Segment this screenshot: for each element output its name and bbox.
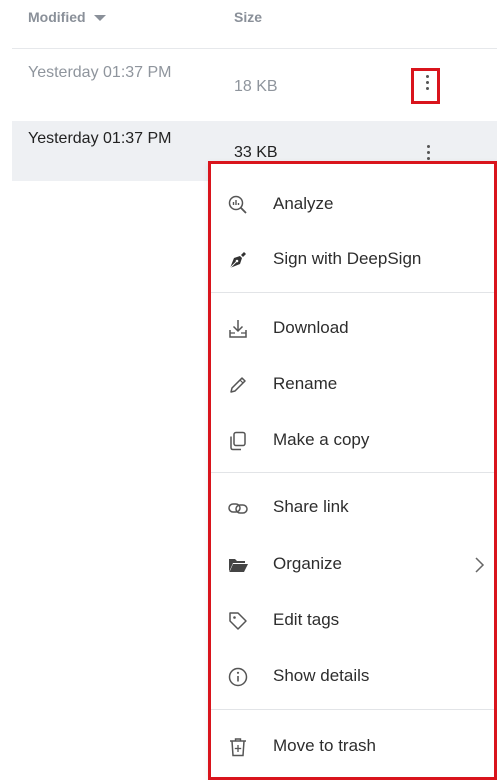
- header-divider: [12, 48, 497, 49]
- menu-item-label: Move to trash: [273, 736, 376, 755]
- copy-icon: [230, 431, 246, 451]
- chevron-right-icon: [475, 557, 485, 573]
- modified-column-header[interactable]: Modified: [28, 9, 107, 25]
- link-icon: [228, 503, 248, 514]
- size-column-header[interactable]: Size: [234, 9, 262, 25]
- size-cell: 18 KB: [234, 78, 278, 95]
- tag-icon: [229, 612, 247, 630]
- menu-item-label: Rename: [273, 374, 338, 393]
- menu-item-label: Analyze: [273, 194, 334, 213]
- menu-divider: [211, 709, 494, 710]
- menu-item-label: Make a copy: [273, 430, 370, 449]
- menu-divider: [211, 292, 494, 293]
- trash-icon: [230, 738, 246, 757]
- menu-item-sign[interactable]: Sign with DeepSign: [211, 239, 494, 279]
- menu-item-share[interactable]: Share link: [211, 487, 494, 527]
- menu-item-organize[interactable]: Organize: [211, 544, 494, 584]
- menu-item-analyze[interactable]: Analyze: [211, 184, 494, 224]
- modified-cell: Yesterday 01:37 PM: [28, 130, 172, 147]
- modified-cell: Yesterday 01:37 PM: [28, 64, 172, 81]
- menu-item-download[interactable]: Download: [211, 308, 494, 348]
- modified-column-label: Modified: [28, 9, 86, 25]
- menu-item-details[interactable]: Show details: [211, 656, 494, 696]
- menu-divider: [211, 472, 494, 473]
- menu-item-label: Show details: [273, 666, 370, 685]
- context-menu: Analyze Sign with DeepSign Download Rena…: [208, 161, 497, 780]
- sort-down-icon: [94, 15, 107, 22]
- menu-item-tags[interactable]: Edit tags: [211, 600, 494, 640]
- pen-nib-icon: [229, 252, 246, 269]
- menu-item-label: Sign with DeepSign: [273, 249, 422, 268]
- menu-item-label: Share link: [273, 497, 349, 516]
- info-icon: [228, 667, 248, 687]
- more-options-highlight: [411, 68, 440, 104]
- menu-item-label: Organize: [273, 554, 342, 573]
- file-list-header: Modified Size: [0, 0, 497, 50]
- download-icon: [229, 320, 247, 338]
- menu-item-rename[interactable]: Rename: [211, 364, 494, 404]
- menu-item-label: Edit tags: [273, 610, 340, 629]
- pencil-icon: [230, 377, 246, 393]
- menu-item-label: Download: [273, 318, 349, 337]
- menu-item-trash[interactable]: Move to trash: [211, 726, 494, 766]
- analyze-icon: [228, 195, 247, 214]
- size-cell: 33 KB: [234, 144, 278, 161]
- folder-icon: [229, 559, 248, 572]
- menu-item-copy[interactable]: Make a copy: [211, 420, 494, 460]
